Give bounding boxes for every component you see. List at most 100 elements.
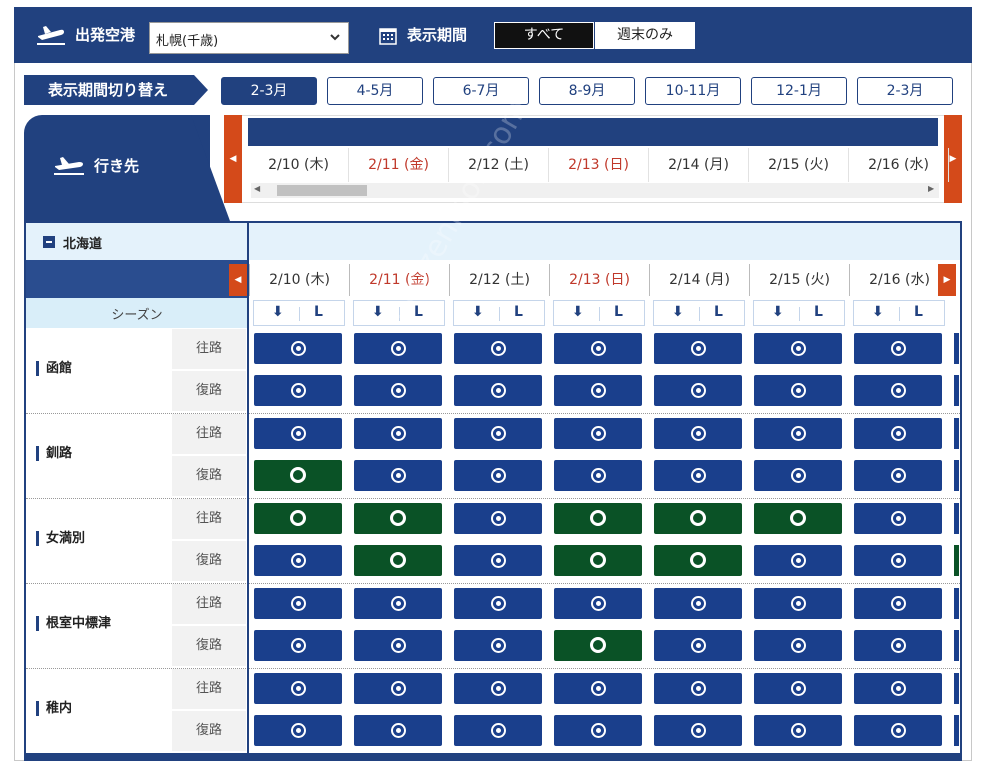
availability-cell-available[interactable] (254, 333, 342, 364)
filter-weekend-button[interactable]: 週末のみ (595, 22, 695, 49)
availability-cell-available[interactable] (854, 630, 942, 661)
availability-cell-few[interactable] (354, 545, 442, 576)
availability-cell-available[interactable] (854, 418, 942, 449)
availability-cell-available[interactable] (754, 418, 842, 449)
availability-cell-few[interactable] (554, 630, 642, 661)
availability-cell-available[interactable] (254, 673, 342, 704)
header-date: 2/14 (月) (649, 148, 749, 182)
return-label: 復路 (172, 626, 246, 666)
outbound-label: 往路 (172, 584, 246, 624)
availability-cell-available[interactable] (354, 460, 442, 491)
period-button-feb-mar[interactable]: 2-3月 (221, 77, 317, 105)
availability-cell-few[interactable] (254, 503, 342, 534)
availability-cell-available[interactable] (354, 418, 442, 449)
availability-cell-available[interactable] (754, 715, 842, 746)
period-button-apr-may[interactable]: 4-5月 (327, 77, 423, 105)
availability-cell-available[interactable] (554, 375, 642, 406)
availability-cell-available[interactable] (254, 375, 342, 406)
availability-cell-few[interactable] (654, 545, 742, 576)
availability-cell-available[interactable] (854, 545, 942, 576)
availability-cell-available[interactable] (654, 460, 742, 491)
availability-cell-few[interactable] (654, 503, 742, 534)
availability-cell-available[interactable] (454, 418, 542, 449)
availability-cell-available[interactable] (454, 715, 542, 746)
availability-cell-available[interactable] (754, 333, 842, 364)
availability-cell-available[interactable] (354, 630, 442, 661)
availability-cell-available[interactable] (854, 588, 942, 619)
availability-cell-available[interactable] (454, 673, 542, 704)
availability-cell-available[interactable] (654, 333, 742, 364)
availability-cell-available[interactable] (654, 588, 742, 619)
filter-all-button[interactable]: すべて (494, 22, 594, 49)
availability-cell-available[interactable] (454, 588, 542, 619)
availability-cell-available[interactable] (454, 333, 542, 364)
availability-cell-available[interactable] (554, 673, 642, 704)
departure-airport-label: 出発空港 (75, 26, 136, 44)
availability-cell-available[interactable] (354, 673, 442, 704)
availability-cell-available[interactable] (454, 460, 542, 491)
availability-cell-available[interactable] (754, 673, 842, 704)
availability-cell-available[interactable] (254, 715, 342, 746)
availability-cell-available[interactable] (554, 460, 642, 491)
period-button-feb-mar-next[interactable]: 2-3月 (857, 77, 953, 105)
availability-cell-available[interactable] (354, 588, 442, 619)
availability-cell-available[interactable] (454, 630, 542, 661)
availability-cell-available[interactable] (654, 715, 742, 746)
period-button-oct-nov[interactable]: 10-11月 (645, 77, 741, 105)
availability-cell-available[interactable] (254, 630, 342, 661)
availability-cell-available[interactable] (854, 715, 942, 746)
availability-cell-available[interactable] (854, 673, 942, 704)
chevron-right-icon: ▶ (949, 154, 957, 164)
double-circle-mark-icon (591, 468, 606, 483)
availability-cell-available[interactable] (254, 588, 342, 619)
horizontal-scrollbar-thumb[interactable] (277, 185, 367, 196)
availability-cell-available[interactable] (454, 375, 542, 406)
header-date: 2/13 (日) (549, 148, 649, 182)
availability-cell-available[interactable] (854, 333, 942, 364)
availability-cell-few[interactable] (554, 545, 642, 576)
availability-cell-available[interactable] (354, 333, 442, 364)
availability-cell-available[interactable] (354, 375, 442, 406)
scroll-right-icon[interactable]: ▶ (928, 184, 934, 193)
availability-cell-available[interactable] (654, 418, 742, 449)
availability-cell-few[interactable] (754, 503, 842, 534)
availability-cell-available[interactable] (254, 418, 342, 449)
availability-cell-available[interactable] (754, 588, 842, 619)
availability-cell-available[interactable] (754, 460, 842, 491)
availability-cell-few[interactable] (354, 503, 442, 534)
season-l-marker: L (714, 304, 723, 320)
availability-cell-available[interactable] (454, 503, 542, 534)
period-button-dec-jan[interactable]: 12-1月 (751, 77, 847, 105)
double-circle-mark-icon (391, 681, 406, 696)
availability-cell-available[interactable] (554, 715, 642, 746)
scroll-left-icon[interactable]: ◀ (254, 184, 260, 193)
season-cell-divider (599, 307, 600, 321)
availability-cell-available[interactable] (554, 588, 642, 619)
availability-cell-available[interactable] (354, 715, 442, 746)
season-l-marker: L (914, 304, 923, 320)
circle-mark-icon (390, 510, 406, 526)
availability-cell-available[interactable] (754, 630, 842, 661)
availability-cell-available[interactable] (854, 460, 942, 491)
double-circle-mark-icon (891, 723, 906, 738)
date-prev-button[interactable]: ◀ (224, 115, 242, 203)
availability-cell-few[interactable] (254, 460, 342, 491)
availability-cell-available[interactable] (454, 545, 542, 576)
availability-cell-few[interactable] (554, 503, 642, 534)
sub-date-prev-button[interactable]: ◀ (229, 264, 247, 296)
next-column-cell-partial (954, 673, 959, 704)
availability-cell-available[interactable] (854, 375, 942, 406)
availability-cell-available[interactable] (754, 375, 842, 406)
table-bottom-band (24, 753, 962, 761)
period-button-aug-sep[interactable]: 8-9月 (539, 77, 635, 105)
departure-airport-select[interactable]: 札幌(千歳) (149, 22, 349, 54)
availability-cell-available[interactable] (754, 545, 842, 576)
availability-cell-available[interactable] (254, 545, 342, 576)
availability-cell-available[interactable] (654, 630, 742, 661)
availability-cell-available[interactable] (854, 503, 942, 534)
availability-cell-available[interactable] (554, 333, 642, 364)
availability-cell-available[interactable] (654, 673, 742, 704)
availability-cell-available[interactable] (554, 418, 642, 449)
collapse-minus-icon[interactable] (43, 236, 55, 248)
availability-cell-available[interactable] (654, 375, 742, 406)
